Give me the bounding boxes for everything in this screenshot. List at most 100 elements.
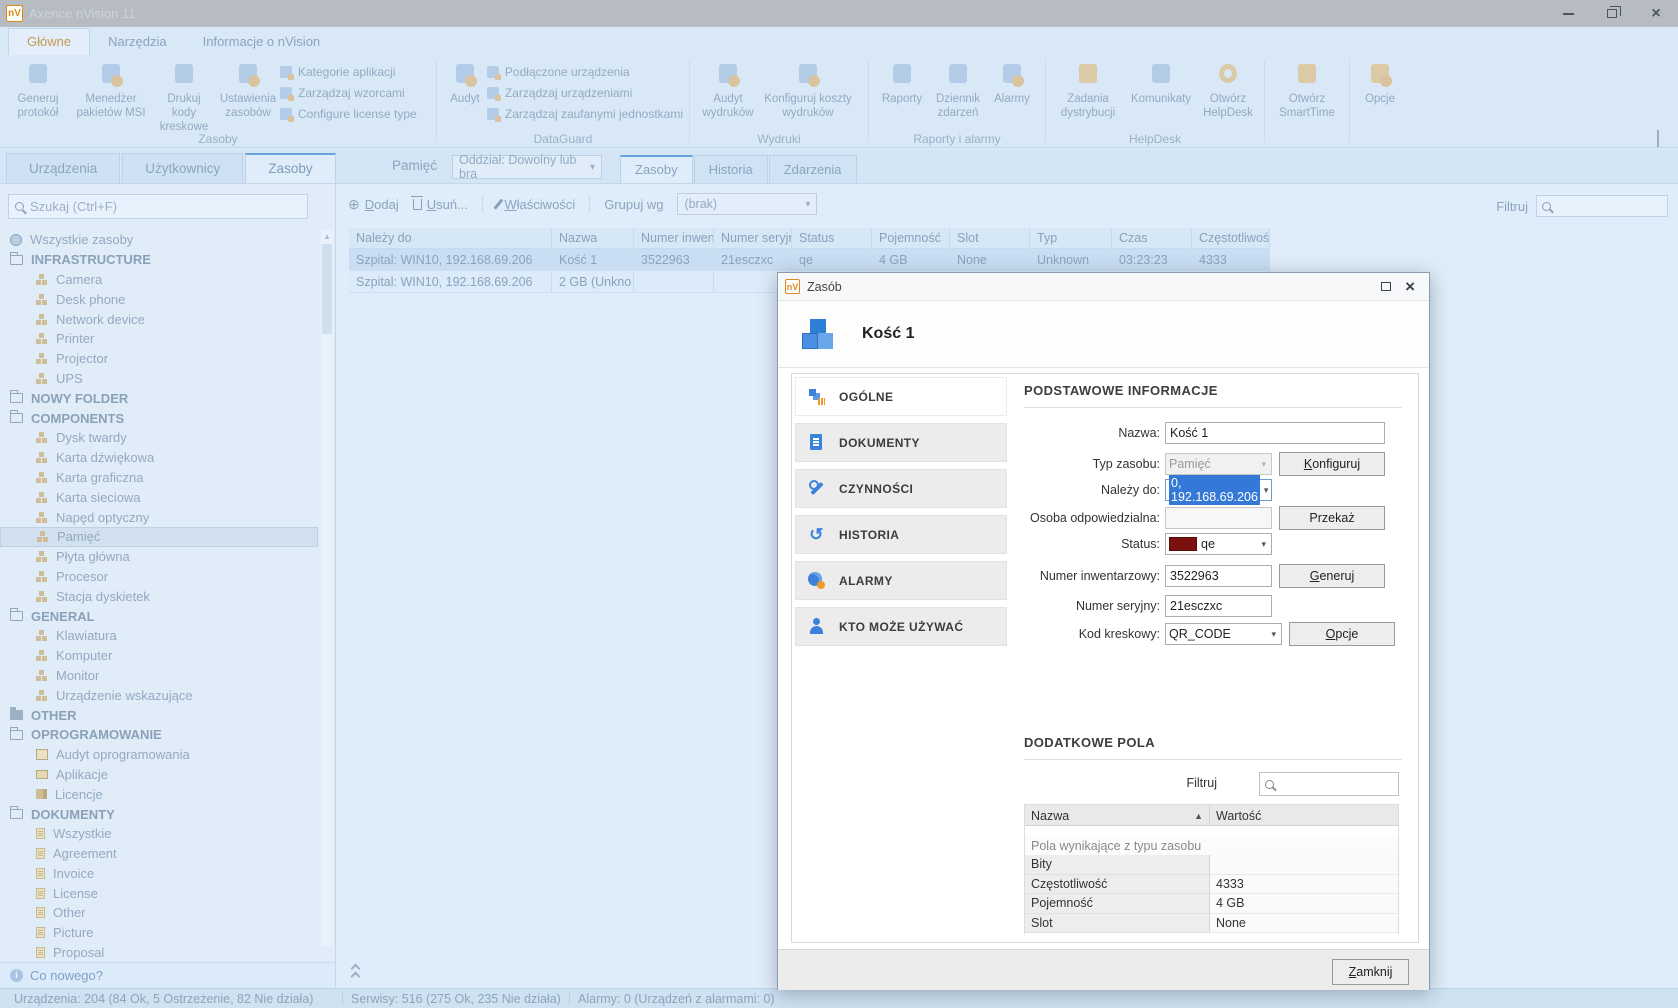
tree-item-dysk-twardy[interactable]: Dysk twardy bbox=[0, 428, 318, 448]
column-header-nazwa[interactable]: Nazwa▲ bbox=[1025, 805, 1210, 826]
nav-kto-moze-uzywac[interactable]: KTO MOŻE UŻYWAĆ bbox=[795, 607, 1007, 646]
tree-item-stacja-dyskietek[interactable]: Stacja dyskietek bbox=[0, 586, 318, 606]
usun-button[interactable]: Usuń... bbox=[413, 197, 468, 212]
configure-license-type-button[interactable]: Configure license type bbox=[280, 107, 417, 121]
tree-item-klawiatura[interactable]: Klawiatura bbox=[0, 626, 318, 646]
generuj-protokol-button[interactable]: Generuj protokół bbox=[6, 58, 70, 123]
ribbon-tab-informacje[interactable]: Informacje o nVision bbox=[185, 29, 339, 55]
konfiguruj-koszty-button[interactable]: Konfiguruj koszty wydruków bbox=[760, 58, 856, 123]
zadania-dystrybucji-button[interactable]: Zadania dystrybucji bbox=[1052, 58, 1124, 123]
tree-item-other[interactable]: OTHER bbox=[0, 705, 318, 725]
column-header[interactable]: Częstotliwość bbox=[1192, 228, 1270, 249]
ribbon-tab-glowne[interactable]: Główne bbox=[8, 28, 90, 55]
tree-item-licencje[interactable]: Licencje bbox=[0, 784, 318, 804]
ustawienia-zasobow-button[interactable]: Ustawienia zasobów bbox=[216, 58, 280, 123]
tree-item-urzadzenie-wskazujace[interactable]: Urządzenie wskazujące bbox=[0, 685, 318, 705]
column-header[interactable]: Slot bbox=[950, 228, 1030, 249]
tree-item-camera[interactable]: Camera bbox=[0, 270, 318, 290]
otworz-helpdesk-button[interactable]: Otwórz HelpDesk bbox=[1198, 58, 1258, 123]
column-header[interactable]: Numer inwent… bbox=[634, 228, 714, 249]
opcje-button[interactable]: Opcje bbox=[1356, 58, 1404, 109]
komunikaty-button[interactable]: Komunikaty bbox=[1124, 58, 1198, 109]
column-header-wartosc[interactable]: Wartość bbox=[1210, 805, 1398, 826]
table-row-selected[interactable]: Szpital: WIN10, 192.168.69.206 Kość 1 35… bbox=[349, 249, 1270, 271]
dialog-close-button[interactable]: × bbox=[1405, 278, 1415, 295]
nalezy-do-dropdown[interactable]: 0, 192.168.69.206▾ bbox=[1165, 479, 1272, 501]
filtruj-input-box[interactable] bbox=[1259, 772, 1399, 796]
tree-item-picture[interactable]: Picture bbox=[0, 923, 318, 943]
tab-zasoby[interactable]: Zasoby bbox=[245, 153, 335, 183]
menedzer-pakietow-msi-button[interactable]: Menedżer pakietów MSI bbox=[70, 58, 152, 123]
tree-item-invoice[interactable]: Invoice bbox=[0, 864, 318, 884]
subtab-historia[interactable]: Historia bbox=[694, 155, 768, 183]
tree-item-general[interactable]: GENERAL bbox=[0, 606, 318, 626]
tree-item-naped-optyczny[interactable]: Napęd optyczny bbox=[0, 507, 318, 527]
tree-item-desk-phone[interactable]: Desk phone bbox=[0, 289, 318, 309]
dodaj-button[interactable]: ⊕Dodaj bbox=[348, 197, 399, 212]
przekaz-button[interactable]: Przekaż bbox=[1279, 506, 1385, 530]
otworz-smarttime-button[interactable]: Otwórz SmartTime bbox=[1271, 58, 1343, 123]
ribbon-collapse-button[interactable] bbox=[1657, 132, 1666, 141]
tree-item-network-device[interactable]: Network device bbox=[0, 309, 318, 329]
panel-expander[interactable] bbox=[352, 965, 359, 980]
field-row-pojemnosc[interactable]: Pojemność 4 GB bbox=[1025, 894, 1398, 914]
nazwa-input[interactable] bbox=[1165, 422, 1385, 444]
nav-historia[interactable]: ↺HISTORIA bbox=[795, 515, 1007, 554]
tree-item-components[interactable]: COMPONENTS bbox=[0, 408, 318, 428]
sidebar-search[interactable] bbox=[8, 194, 308, 219]
drukuj-kody-kreskowe-button[interactable]: Drukuj kody kreskowe bbox=[152, 58, 216, 136]
subtab-zasoby[interactable]: Zasoby bbox=[620, 155, 693, 183]
nav-alarmy[interactable]: ALARMY bbox=[795, 561, 1007, 600]
tree-item-license[interactable]: License bbox=[0, 883, 318, 903]
podlaczone-urzadzenia-button[interactable]: Podłączone urządzenia bbox=[487, 65, 683, 79]
column-header[interactable]: Typ bbox=[1030, 228, 1112, 249]
tree-item-proposal[interactable]: Proposal bbox=[0, 943, 318, 962]
raporty-button[interactable]: Raporty bbox=[875, 58, 929, 109]
tree-item-pamiec[interactable]: Pamięć bbox=[0, 527, 318, 547]
tree-item-wszystkie[interactable]: Wszystkie bbox=[0, 824, 318, 844]
nav-dokumenty[interactable]: DOKUMENTY bbox=[795, 423, 1007, 462]
numer-seryjny-input[interactable] bbox=[1165, 595, 1272, 617]
close-button[interactable]: × bbox=[1634, 0, 1678, 27]
column-header[interactable]: Czas bbox=[1112, 228, 1192, 249]
tree-item-audyt-oprogramowania[interactable]: Audyt oprogramowania bbox=[0, 745, 318, 765]
generuj-button[interactable]: Generuj bbox=[1279, 564, 1385, 588]
opcje-button[interactable]: Opcje bbox=[1289, 622, 1395, 646]
tree-item-wszystkie-zasoby[interactable]: Wszystkie zasoby bbox=[0, 230, 318, 250]
tree-scrollbar[interactable]: ▲ bbox=[321, 230, 333, 946]
audyt-button[interactable]: Audyt bbox=[443, 58, 487, 109]
filtruj-input-box[interactable] bbox=[1536, 195, 1668, 217]
kod-kreskowy-dropdown[interactable]: QR_CODE▾ bbox=[1165, 623, 1282, 645]
subtab-zdarzenia[interactable]: Zdarzenia bbox=[769, 155, 857, 183]
tree-item-monitor[interactable]: Monitor bbox=[0, 666, 318, 686]
column-header[interactable]: Numer seryjny bbox=[714, 228, 792, 249]
whats-new-bar[interactable]: i Co nowego? bbox=[0, 962, 336, 987]
alarmy-button[interactable]: Alarmy bbox=[987, 58, 1037, 109]
audyt-wydrukow-button[interactable]: Audyt wydruków bbox=[696, 58, 760, 123]
tree-item-karta-dzwiekowa[interactable]: Karta dźwiękowa bbox=[0, 448, 318, 468]
tab-uzytkownicy[interactable]: Użytkownicy bbox=[122, 153, 243, 183]
kategorie-aplikacji-button[interactable]: Kategorie aplikacji bbox=[280, 65, 417, 79]
field-row-slot[interactable]: Slot None bbox=[1025, 914, 1398, 934]
tree-item-other-doc[interactable]: Other bbox=[0, 903, 318, 923]
field-row-bity[interactable]: Bity bbox=[1025, 855, 1398, 875]
wlasciwosci-button[interactable]: Właściwości bbox=[497, 197, 575, 212]
tree-item-infrastructure[interactable]: INFRASTRUCTURE bbox=[0, 250, 318, 270]
restore-button[interactable] bbox=[1590, 0, 1634, 27]
grupuj-wg-dropdown[interactable]: (brak)▾ bbox=[677, 193, 817, 215]
zarzadzaj-wzorcami-button[interactable]: Zarządzaj wzorcami bbox=[280, 86, 417, 100]
tree-item-nowy-folder[interactable]: NOWY FOLDER bbox=[0, 388, 318, 408]
zamknij-button[interactable]: Zamknij bbox=[1332, 959, 1409, 985]
tab-urzadzenia[interactable]: Urządzenia bbox=[6, 153, 120, 183]
tree-item-aplikacje[interactable]: Aplikacje bbox=[0, 765, 318, 785]
column-header[interactable]: Status bbox=[792, 228, 872, 249]
numer-inwentarzowy-input[interactable] bbox=[1165, 565, 1272, 587]
ribbon-tab-narzedzia[interactable]: Narzędzia bbox=[90, 29, 185, 55]
tree-item-oprogramowanie[interactable]: OPROGRAMOWANIE bbox=[0, 725, 318, 745]
zarzadzaj-zaufanymi-button[interactable]: Zarządzaj zaufanymi jednostkami bbox=[487, 107, 683, 121]
whats-new-link[interactable]: Co nowego? bbox=[30, 968, 103, 983]
dziennik-zdarzen-button[interactable]: Dziennik zdarzeń bbox=[929, 58, 987, 123]
column-header[interactable]: Należy do bbox=[349, 228, 552, 249]
tree-item-plyta-glowna[interactable]: Płyta główna bbox=[0, 547, 318, 567]
oddzial-dropdown[interactable]: Oddział: Dowolny lub bra▾ bbox=[452, 155, 602, 179]
